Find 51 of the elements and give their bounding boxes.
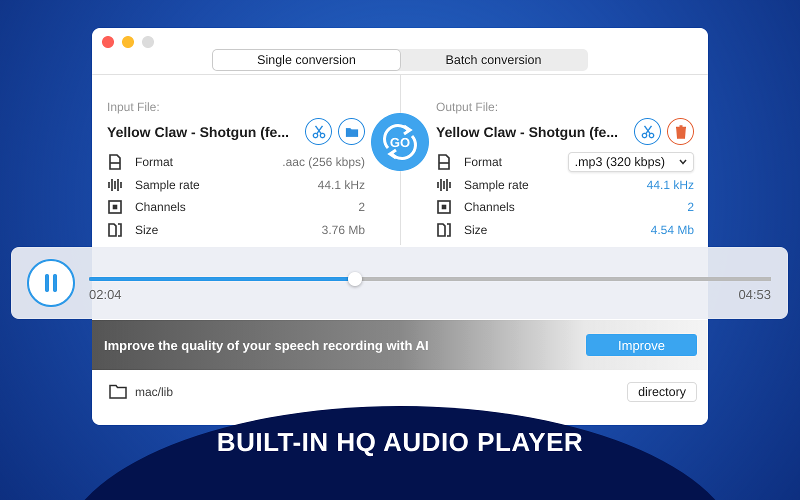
progress-handle[interactable] <box>348 272 362 286</box>
document-icon <box>107 154 123 170</box>
property-value: .aac (256 kbps) <box>282 155 365 170</box>
file-name: Yellow Claw - Shotgun (fe... <box>436 124 618 140</box>
elapsed-time: 02:04 <box>89 286 122 302</box>
open-folder-button[interactable] <box>338 118 365 145</box>
property-name: Size <box>135 222 158 237</box>
waveform-icon <box>107 176 123 193</box>
scissors-icon <box>640 124 654 138</box>
property-name: Format <box>464 155 502 170</box>
property-name: Channels <box>135 200 186 214</box>
headline: BUILT-IN HQ AUDIO PLAYER <box>216 427 584 458</box>
property-value: 3.76 Mb <box>322 222 365 237</box>
frame-icon <box>436 199 452 216</box>
property-value: 2 <box>687 200 694 214</box>
trash-icon <box>674 124 686 138</box>
file-label: Input File: <box>107 100 161 114</box>
file-size-icon <box>436 222 452 238</box>
cut-button[interactable] <box>634 118 661 145</box>
total-time: 04:53 <box>738 286 771 302</box>
folder-icon <box>344 126 358 138</box>
directory-path: mac/lib <box>135 384 174 398</box>
cut-button[interactable] <box>305 118 332 145</box>
mode-tab[interactable]: Single conversion <box>213 50 400 70</box>
file-label: Output File: <box>436 100 500 114</box>
waveform-icon <box>436 176 452 193</box>
delete-button[interactable] <box>667 118 694 145</box>
property-name: Format <box>135 155 174 170</box>
minimize-icon[interactable] <box>122 36 134 48</box>
frame-icon <box>107 199 123 216</box>
scissors-icon <box>312 124 326 138</box>
folder-icon <box>109 384 127 399</box>
pause-icon <box>43 273 59 293</box>
directory-button[interactable]: directory <box>627 382 697 402</box>
file-name: Yellow Claw - Shotgun (fe... <box>107 124 290 140</box>
property-value: 44.1 kHz <box>318 178 365 192</box>
file-size-icon <box>107 222 123 238</box>
close-icon[interactable] <box>102 36 114 48</box>
chevron-icon <box>679 159 687 166</box>
banner-text: Improve the quality of your speech recording with AI <box>104 338 429 352</box>
property-name: Size <box>464 222 488 237</box>
property-name: Channels <box>464 200 515 214</box>
property-name: Sample rate <box>464 178 529 192</box>
property-value: 2 <box>358 200 365 214</box>
pause-button[interactable] <box>27 259 75 307</box>
document-icon <box>436 154 452 170</box>
property-value: 4.54 Mb <box>650 222 694 237</box>
format-dropdown[interactable]: .mp3 (320 kbps) <box>568 152 694 172</box>
property-value: 44.1 kHz <box>646 178 694 192</box>
mode-tab[interactable]: Batch conversion <box>400 50 587 70</box>
property-name: Sample rate <box>135 178 200 192</box>
